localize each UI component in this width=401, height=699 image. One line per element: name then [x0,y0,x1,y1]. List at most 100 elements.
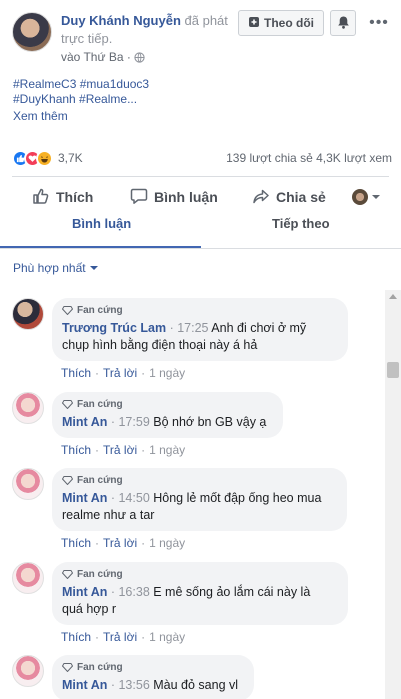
commenter-avatar[interactable] [12,655,44,687]
comment-item: Fan cứng Trương Trúc Lam · 17:25 Anh đi … [0,290,385,382]
comment-reply-link[interactable]: Trả lời [103,366,137,380]
fan-badge: Fan cứng [61,568,338,581]
badge-label: Fan cứng [77,662,123,673]
comment-time: 16:38 [118,585,150,599]
commenter-name[interactable]: Mint An [62,585,107,599]
post-actions: Thích Bình luận Chia sẻ [12,182,392,212]
comment-like-link[interactable]: Thích [61,630,91,644]
commenter-avatar[interactable] [12,392,44,424]
comment-like-link[interactable]: Thích [61,536,91,550]
comment-list: Fan cứng Trương Trúc Lam · 17:25 Anh đi … [0,290,385,699]
fan-badge: Fan cứng [61,398,273,411]
chevron-down-icon [89,266,98,270]
more-options-button[interactable]: ••• [366,12,392,34]
hashtags-line-2[interactable]: #DuyKhanh #Realme... [13,92,213,107]
share-button[interactable]: Chia sẻ [252,187,326,208]
comment-text-line-2: quá hợp r [62,602,117,616]
comment-actions: Thích · Trả lời · 1 ngày [61,536,186,550]
author-line: Duy Khánh Nguyễn đã phát trực tiếp. [61,12,231,48]
follow-plus-icon [248,16,260,31]
reaction-count[interactable]: 3,7K [58,151,83,165]
tab-next[interactable]: Tiếp theo [272,216,330,231]
scroll-up-arrow-icon[interactable] [389,294,397,299]
hashtags-line-1[interactable]: #RealmeC3 #mua1duoc3 [13,77,213,92]
tabs-divider [0,248,401,249]
comment-actions: Thích · Trả lời · 1 ngày [61,366,186,380]
comment-tabs: Bình luận Tiếp theo [0,212,401,249]
comment-text-line-1: Hông lẻ mốt đập ống heo mua [153,491,322,505]
chevron-down-icon [372,195,380,199]
post-time-text: vào Thứ Ba · [61,50,135,64]
scrollbar-thumb[interactable] [387,362,399,378]
comment-actions: Thích · Trả lời · 1 ngày [61,443,186,457]
comment-actions: Thích · Trả lời · 1 ngày [61,630,186,644]
see-more-link[interactable]: Xem thêm [13,109,68,123]
comment-bubble: Fan cứng Trương Trúc Lam · 17:25 Anh đi … [52,298,348,361]
sort-dropdown[interactable]: Phù hợp nhất [13,261,98,275]
comment-button[interactable]: Bình luận [130,187,218,208]
more-icon: ••• [369,14,389,31]
comment-item: Fan cứng Mint An · 17:59 Bộ nhớ bn GB vậ… [0,384,385,458]
diamond-icon [61,400,74,410]
comment-text-line-2: chụp hình bằng điện thoại này á hả [62,338,258,352]
bell-icon [337,15,350,32]
tab-comments[interactable]: Bình luận [72,216,131,231]
comment-reply-link[interactable]: Trả lời [103,443,137,457]
comment-text-line-1: E mê sống ảo lắm cái này là [153,585,311,599]
comment-text-line-1: Anh đi chơi ở mỹ [211,321,307,335]
sort-label: Phù hợp nhất [13,261,86,275]
comment-item: Fan cứng Mint An · 14:50 Hông lẻ mốt đập… [0,460,385,552]
commenter-name[interactable]: Trương Trúc Lam [62,321,166,335]
comment-age[interactable]: 1 ngày [149,630,185,644]
commenter-avatar[interactable] [12,562,44,594]
follow-button[interactable]: Theo dõi [238,10,324,36]
diamond-icon [61,476,74,486]
fan-badge: Fan cứng [61,474,337,487]
comment-reply-link[interactable]: Trả lời [103,536,137,550]
comment-label: Bình luận [154,189,218,205]
diamond-icon [61,570,74,580]
divider [12,176,389,177]
reaction-icons[interactable] [12,149,53,167]
comment-item: Fan cứng Mint An · 13:56 Màu đỏ sang vl [0,647,385,699]
badge-label: Fan cứng [77,475,123,486]
diamond-icon [61,306,74,316]
commenter-avatar[interactable] [12,468,44,500]
author-avatar[interactable] [12,12,52,52]
badge-label: Fan cứng [77,305,123,316]
comment-like-link[interactable]: Thích [61,443,91,457]
globe-icon [134,52,145,66]
share-icon [252,187,270,208]
diamond-icon [61,663,74,673]
comment-time: 17:25 [177,321,209,335]
hashtags: #RealmeC3 #mua1duoc3 #DuyKhanh #Realme..… [13,77,213,107]
comment-age[interactable]: 1 ngày [149,536,185,550]
profile-mini-avatar [352,189,368,205]
share-label: Chia sẻ [276,189,326,205]
comment-age[interactable]: 1 ngày [149,366,185,380]
shares-views-count[interactable]: 139 lượt chia sẻ 4,3K lượt xem [226,151,392,165]
like-button[interactable]: Thích [32,187,93,208]
commenter-avatar[interactable] [12,298,44,330]
comment-time: 17:59 [118,415,150,429]
comment-icon [130,187,148,208]
comment-bubble: Fan cứng Mint An · 16:38 E mê sống ảo lắ… [52,562,348,625]
comment-bubble: Fan cứng Mint An · 13:56 Màu đỏ sang vl [52,655,254,699]
commenter-name[interactable]: Mint An [62,415,107,429]
author-name[interactable]: Duy Khánh Nguyễn [61,13,181,28]
comment-like-link[interactable]: Thích [61,366,91,380]
comment-text-line-2: realme như a tar [62,508,155,522]
fan-badge: Fan cứng [61,661,244,674]
comment-reply-link[interactable]: Trả lời [103,630,137,644]
haha-reaction-icon [36,149,53,167]
comment-time: 13:56 [118,678,150,692]
post-time[interactable]: vào Thứ Ba · [61,50,145,66]
notification-button[interactable] [330,10,356,36]
audience-selector[interactable] [352,189,380,205]
commenter-name[interactable]: Mint An [62,491,107,505]
comments-scrollbar[interactable] [385,290,401,699]
comment-text-line-1: Bộ nhớ bn GB vậy ạ [153,415,267,429]
comment-age[interactable]: 1 ngày [149,443,185,457]
comment-text-line-1: Màu đỏ sang vl [153,678,239,692]
commenter-name[interactable]: Mint An [62,678,107,692]
